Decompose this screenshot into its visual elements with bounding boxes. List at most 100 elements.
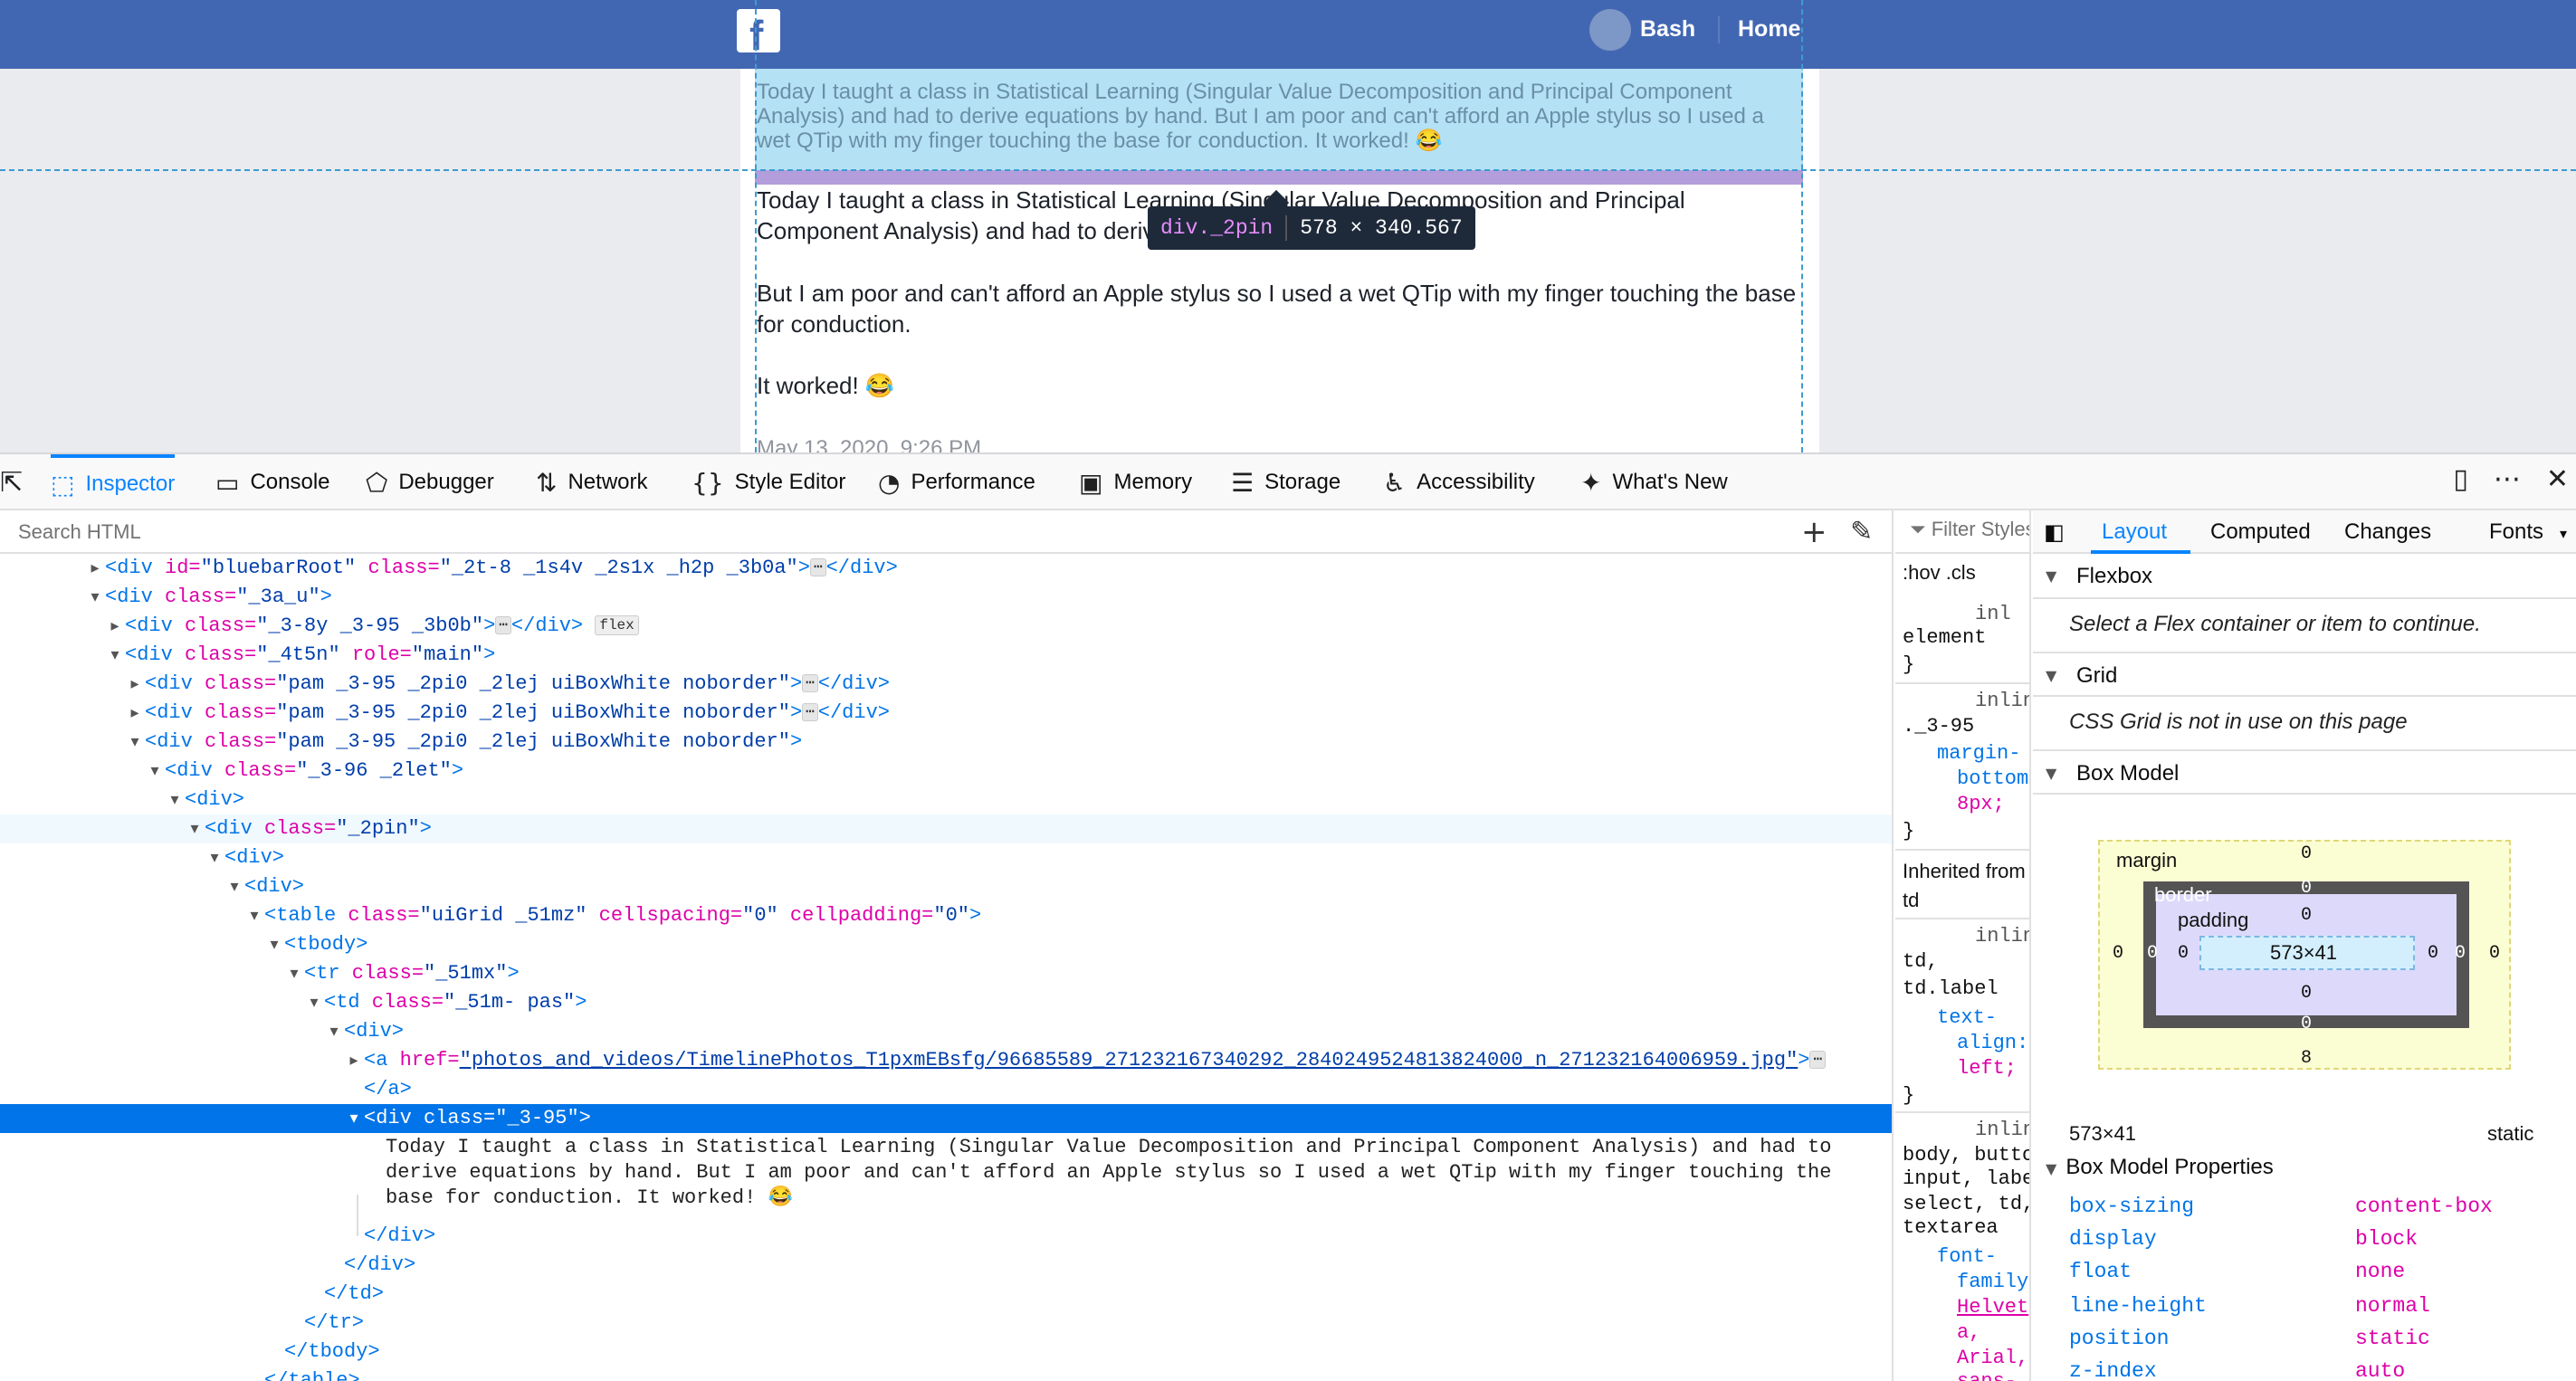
markup-row[interactable]: </a> [0, 1075, 1892, 1104]
toggle-sidebar-icon[interactable]: ◧ [2044, 519, 2065, 545]
collapse-arrow-icon[interactable]: ▾ [205, 848, 224, 867]
margin-left[interactable]: 0 [2113, 943, 2123, 964]
rule-property[interactable]: font- [1937, 1243, 1997, 1271]
markup-row[interactable]: ▾ <div> [0, 843, 1892, 872]
tab-style-editor[interactable]: {} Style Editor [692, 454, 845, 510]
collapse-arrow-icon[interactable]: ▾ [105, 645, 125, 664]
collapsed-ellipsis[interactable]: ⋯ [802, 674, 818, 693]
rule-value[interactable]: a, [1957, 1319, 1980, 1347]
tab-network[interactable]: ⇅ Network [536, 454, 648, 510]
markup-row-anchor[interactable]: ▸ <a href="photos_and_videos/TimelinePhot… [0, 1046, 1892, 1075]
markup-row[interactable]: ▸ <div class="pam _3-95 _2pi0 _2lej uiBox… [0, 670, 1892, 699]
tab-inspector[interactable]: ⬚ Inspector [51, 454, 176, 510]
more-options-icon[interactable]: ⋯ [2494, 463, 2521, 495]
markup-row[interactable]: </div> [0, 1251, 1892, 1280]
rule-property[interactable]: family [1957, 1269, 2028, 1296]
markup-row[interactable]: </table> [0, 1367, 1892, 1381]
add-node-icon[interactable]: + [1801, 514, 1827, 550]
markup-row[interactable]: ▾ <div> [0, 872, 1892, 901]
flex-badge[interactable]: flex [595, 615, 639, 636]
collapse-arrow-icon[interactable]: ▾ [165, 790, 185, 809]
markup-row[interactable]: ▾ <div> [0, 786, 1892, 814]
markup-row[interactable]: </div> [0, 1222, 1892, 1251]
expand-arrow-icon[interactable]: ▸ [344, 1051, 364, 1070]
collapsed-ellipsis[interactable]: ⋯ [495, 616, 511, 635]
markup-row[interactable]: </tr> [0, 1309, 1892, 1338]
tab-accessibility[interactable]: ♿ Accessibility [1383, 454, 1535, 510]
markup-row[interactable]: ▸ <div class="_3-8y _3-95 _3b0b"> ⋯ </div> … [0, 612, 1892, 641]
eyedropper-icon[interactable]: ✎ [1850, 516, 1873, 548]
search-html-input[interactable] [18, 518, 1738, 547]
collapse-arrow-icon[interactable]: ▾ [85, 587, 105, 606]
expand-arrow-icon[interactable]: ▸ [105, 616, 125, 635]
border-bottom[interactable]: 0 [2301, 1014, 2312, 1034]
markup-row[interactable]: ▾ <table class="uiGrid _51mz" cellspacing… [0, 901, 1892, 930]
expand-arrow-icon[interactable]: ▸ [85, 558, 105, 577]
avatar[interactable] [1589, 9, 1631, 51]
padding-right[interactable]: 0 [2428, 943, 2438, 964]
rule-value[interactable]: 8px; [1957, 791, 2005, 818]
rule-property[interactable]: bottom [1957, 766, 2028, 793]
collapse-arrow-icon[interactable]: ▾ [125, 732, 145, 751]
border-left[interactable]: 0 [2147, 943, 2158, 964]
tab-performance[interactable]: ◔ Performance [878, 454, 1035, 510]
collapse-arrow-icon[interactable]: ▾ [304, 993, 324, 1012]
expand-arrow-icon[interactable]: ▸ [125, 674, 145, 693]
tab-console[interactable]: ▭ Console [215, 454, 330, 510]
flexbox-section-header[interactable]: ▼ Flexbox [2033, 554, 2576, 599]
element-picker-icon[interactable]: ⇱ [0, 467, 23, 499]
markup-row-selected[interactable]: ▾ <div class="_3-95"> [0, 1104, 1892, 1133]
markup-row[interactable]: ▾ <div> [0, 1017, 1892, 1046]
expand-arrow-icon[interactable]: ▸ [125, 703, 145, 722]
collapsed-ellipsis[interactable]: ⋯ [1809, 1051, 1827, 1070]
markup-row[interactable]: </td> [0, 1280, 1892, 1309]
rule-property[interactable]: text- [1937, 1005, 1997, 1032]
collapse-arrow-icon[interactable]: ▾ [244, 906, 264, 925]
tab-whats-new[interactable]: ✦ What's New [1580, 454, 1728, 510]
markup-row[interactable]: ▸ <div class="pam _3-95 _2pi0 _2lej uiBox… [0, 699, 1892, 728]
markup-row-2pin-hovered[interactable]: ▾ <div class="_2pin"> [0, 814, 1892, 843]
tab-layout[interactable]: Layout [2102, 519, 2167, 545]
box-model-section-header[interactable]: ▼ Box Model [2033, 749, 2576, 795]
collapse-arrow-icon[interactable]: ▾ [324, 1022, 344, 1041]
rule-property[interactable]: margin- [1937, 740, 2020, 767]
chevron-down-icon[interactable]: ▾ [2560, 525, 2567, 542]
padding-bottom[interactable]: 0 [2301, 983, 2312, 1004]
tab-memory[interactable]: ▣ Memory [1079, 454, 1192, 510]
box-model-properties-header[interactable]: ▼ Box Model Properties [2046, 1155, 2274, 1180]
tab-computed[interactable]: Computed [2210, 519, 2311, 545]
rule-source[interactable]: inlin [1975, 923, 2029, 950]
tab-debugger[interactable]: ⬠ Debugger [366, 454, 494, 510]
rule-value[interactable]: sans- [1957, 1368, 2017, 1381]
tab-changes[interactable]: Changes [2344, 519, 2431, 545]
markup-row[interactable]: ▾ <div class="_3a_u"> [0, 583, 1892, 612]
padding-left[interactable]: 0 [2178, 943, 2189, 964]
padding-top[interactable]: 0 [2301, 905, 2312, 926]
markup-row[interactable]: ▾ <tr class="_51mx"> [0, 959, 1892, 988]
text-node[interactable]: Today I taught a class in Statistical Le… [386, 1135, 1888, 1211]
markup-row[interactable]: ▾ <div class="_3-96 _2let"> [0, 757, 1892, 786]
photo-href-link[interactable]: "photos_and_videos/TimelinePhotos_T1pxmE… [460, 1049, 1798, 1071]
collapse-arrow-icon[interactable]: ▾ [185, 819, 205, 838]
margin-bottom[interactable]: 8 [2301, 1048, 2312, 1069]
nav-profile-name[interactable]: Bash [1640, 16, 1695, 43]
rule-property[interactable]: align: [1957, 1030, 2028, 1057]
markup-row-bluebarroot[interactable]: ▸ <div id="bluebarRoot" class="_2t-8 _1s4… [0, 554, 1892, 583]
collapsed-ellipsis[interactable]: ⋯ [809, 558, 826, 577]
border-right[interactable]: 0 [2455, 943, 2466, 964]
markup-row[interactable]: </tbody> [0, 1338, 1892, 1367]
close-icon[interactable]: ✕ [2546, 463, 2569, 495]
facebook-logo[interactable]: f [737, 9, 780, 59]
collapse-arrow-icon[interactable]: ▾ [264, 935, 284, 954]
margin-top[interactable]: 0 [2301, 843, 2312, 864]
grid-section-header[interactable]: ▼ Grid [2033, 652, 2576, 697]
markup-row[interactable]: ▾ <tbody> [0, 930, 1892, 959]
tab-fonts[interactable]: Fonts [2489, 519, 2543, 545]
content-size[interactable]: 573×41 [2270, 941, 2337, 965]
responsive-design-icon[interactable]: ▯ [2453, 463, 2468, 495]
rule-source[interactable]: inlin [1975, 688, 2029, 715]
rule-source[interactable]: inlin [1975, 1117, 2029, 1144]
markup-row[interactable]: ▾ <div class="pam _3-95 _2pi0 _2lej uiBox… [0, 728, 1892, 757]
collapse-arrow-icon[interactable]: ▾ [344, 1109, 364, 1128]
collapse-arrow-icon[interactable]: ▾ [284, 964, 304, 983]
